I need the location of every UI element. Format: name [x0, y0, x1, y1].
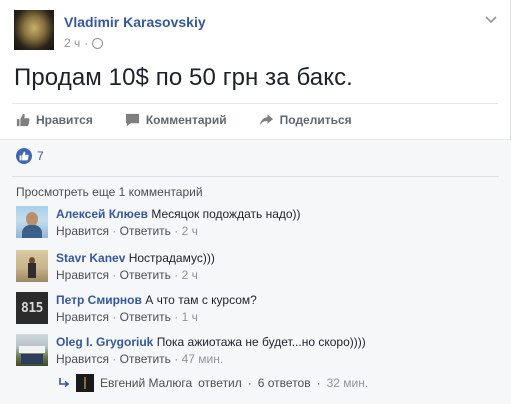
like-label: Нравится [36, 113, 93, 127]
post-meta: 2 ч · [64, 36, 104, 50]
divider [12, 176, 499, 177]
avatar[interactable]: 815 [16, 292, 48, 324]
comment-reply-link[interactable]: Ответить [120, 352, 171, 366]
comment-label: Комментарий [145, 113, 227, 127]
share-label: Поделиться [279, 113, 352, 127]
comment-like-link[interactable]: Нравится [56, 224, 109, 238]
post-time[interactable]: 2 ч [64, 36, 80, 50]
reply-time: 32 мин. [326, 376, 369, 390]
comment-text: Пока ажиотажа не будет...но скоро)))) [156, 335, 366, 349]
thumbs-up-icon [16, 113, 30, 127]
reply-verb: ответил [198, 376, 242, 390]
like-reaction-icon [16, 148, 32, 164]
comment-item: Stavr Kanev Нострадамус))) Нравится · От… [16, 250, 496, 286]
action-bar: Нравится Комментарий Поделиться [14, 110, 352, 130]
reply-arrow-icon [59, 378, 70, 388]
avatar[interactable] [16, 206, 48, 238]
share-icon [259, 114, 273, 126]
avatar-text: 815 [21, 300, 43, 316]
commenter-name[interactable]: Петр Смирнов [56, 293, 142, 307]
likes-count: 7 [37, 149, 44, 163]
comment-like-link[interactable]: Нравится [56, 268, 109, 282]
avatar[interactable] [16, 334, 48, 366]
comment-item: Алексей Клюев Месяцок подождать надо)) Н… [16, 206, 496, 242]
author-avatar[interactable] [14, 10, 54, 50]
comment-item: 815 Петр Смирнов А что там с курсом? Нра… [16, 292, 496, 328]
replies-summary[interactable]: Евгений Малюга ответил · 6 ответов · 32 … [58, 373, 368, 393]
comments-section: 7 Просмотреть еще 1 комментарий Алексей … [0, 139, 511, 404]
globe-icon[interactable] [92, 37, 104, 49]
view-more-comments-link[interactable]: Просмотреть еще 1 комментарий [16, 185, 203, 199]
commenter-name[interactable]: Алексей Клюев [56, 207, 148, 221]
avatar [76, 374, 94, 392]
reply-count[interactable]: 6 ответов [258, 376, 311, 390]
like-button[interactable]: Нравится [16, 113, 93, 127]
comment-icon [125, 113, 139, 127]
chevron-down-icon[interactable] [484, 12, 498, 26]
comment-time[interactable]: 2 ч [182, 268, 198, 282]
commenter-name[interactable]: Stavr Kanev [56, 251, 125, 265]
post-card: Vladimir Karasovskiy 2 ч · Продам 10$ по… [0, 0, 511, 404]
comment-text: Нострадамус))) [128, 251, 215, 265]
comment-text: Месяцок подождать надо)) [151, 207, 301, 221]
commenter-name[interactable]: Oleg I. Grygoriuk [56, 335, 153, 349]
comment-time[interactable]: 47 мин. [182, 352, 224, 366]
comment-reply-link[interactable]: Ответить [120, 224, 171, 238]
post-text: Продам 10$ по 50 грн за бакс. [14, 64, 353, 91]
comment-text: А что там с курсом? [145, 293, 257, 307]
avatar[interactable] [16, 250, 48, 282]
share-button[interactable]: Поделиться [259, 113, 352, 127]
comment-time[interactable]: 1 ч [182, 310, 198, 324]
comment-item: Oleg I. Grygoriuk Пока ажиотажа не будет… [16, 334, 496, 370]
comment-like-link[interactable]: Нравится [56, 310, 109, 324]
comment-button[interactable]: Комментарий [125, 113, 227, 127]
author-name[interactable]: Vladimir Karasovskiy [64, 14, 206, 30]
comment-time[interactable]: 2 ч [182, 224, 198, 238]
comment-reply-link[interactable]: Ответить [120, 268, 171, 282]
comment-like-link[interactable]: Нравится [56, 352, 109, 366]
reply-author[interactable]: Евгений Малюга [100, 376, 192, 390]
comment-reply-link[interactable]: Ответить [120, 310, 171, 324]
post-header: Vladimir Karasovskiy 2 ч · [14, 10, 498, 55]
divider [12, 103, 498, 104]
likes-summary[interactable]: 7 [16, 148, 44, 164]
